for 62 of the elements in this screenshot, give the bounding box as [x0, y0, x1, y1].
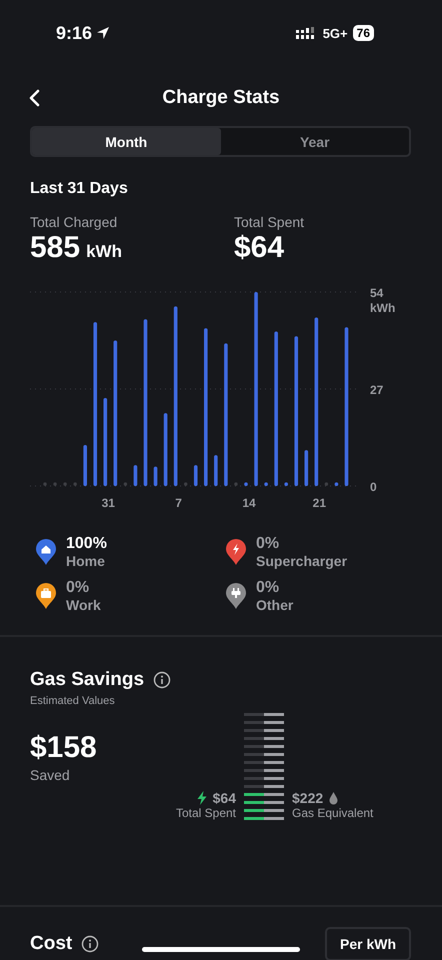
page-title: Charge Stats: [162, 87, 280, 109]
empty-day-dot: [73, 482, 77, 486]
period-tab[interactable]: Year: [220, 128, 409, 155]
gas-label: Gas Equivalent: [292, 806, 374, 820]
empty-day-dot: [234, 482, 238, 486]
source-percent: 0%: [66, 579, 90, 597]
source-label: Work: [66, 597, 101, 613]
chart-bar: [154, 466, 158, 486]
savings-label: Saved: [30, 767, 71, 783]
empty-day-dot: [324, 482, 328, 486]
source-percent: 0%: [256, 535, 280, 553]
network-label: 5G+: [322, 26, 348, 40]
x-axis-label: 21: [312, 496, 326, 510]
source-percent: 100%: [66, 535, 107, 553]
info-icon[interactable]: [81, 935, 100, 953]
battery-indicator: 76: [352, 25, 374, 41]
total-unit: kWh: [86, 242, 122, 262]
x-axis-label: 7: [175, 496, 182, 510]
chart-bar: [214, 455, 218, 486]
empty-day-dot: [43, 482, 47, 486]
source-label: Home: [66, 553, 106, 569]
gas-value: $222: [292, 790, 324, 806]
total-label: Total Charged: [30, 214, 118, 230]
total-value: $64: [234, 231, 284, 265]
total-label: Total Spent: [234, 214, 306, 230]
y-axis-label: 0: [370, 480, 377, 494]
chart-bar: [284, 482, 288, 486]
chart-bar: [83, 445, 87, 486]
status-time: 9:16: [56, 22, 92, 44]
spent-value: $64: [212, 790, 236, 806]
chart-bar: [194, 465, 198, 486]
section-title: Gas Savings: [30, 669, 144, 691]
y-axis-label: 54: [370, 286, 384, 300]
info-icon[interactable]: [153, 671, 172, 689]
y-axis-unit: kWh: [370, 301, 396, 315]
section-subtitle: Estimated Values: [30, 695, 116, 707]
empty-day-dot: [184, 482, 188, 486]
chart-bar: [134, 465, 138, 486]
x-axis-label: 31: [102, 496, 115, 510]
source-label: Supercharger: [256, 553, 348, 569]
chart-bar: [334, 482, 338, 486]
spent-label: Total Spent: [176, 806, 236, 820]
location-arrow-icon: [96, 26, 110, 40]
per-kwh-button[interactable]: Per kWh: [324, 927, 411, 960]
empty-day-dot: [63, 482, 67, 486]
section-title: Cost: [30, 933, 72, 955]
bolt-icon: [196, 791, 207, 805]
period-heading: Last 31 Days: [30, 180, 129, 198]
period-tab[interactable]: Month: [32, 128, 220, 155]
total-value: 585: [30, 231, 80, 265]
y-axis-label: 27: [370, 383, 384, 397]
empty-day-dot: [124, 482, 128, 486]
source-label: Other: [256, 597, 294, 613]
empty-day-dot: [53, 482, 57, 486]
x-axis-label: 14: [242, 496, 256, 510]
source-percent: 0%: [256, 579, 280, 597]
back-icon[interactable]: [28, 89, 40, 107]
savings-amount: $158: [30, 731, 98, 765]
chart-bar: [244, 482, 248, 486]
drop-icon: [329, 792, 338, 804]
chart-bar: [264, 482, 268, 486]
chart-bar: [304, 450, 308, 486]
